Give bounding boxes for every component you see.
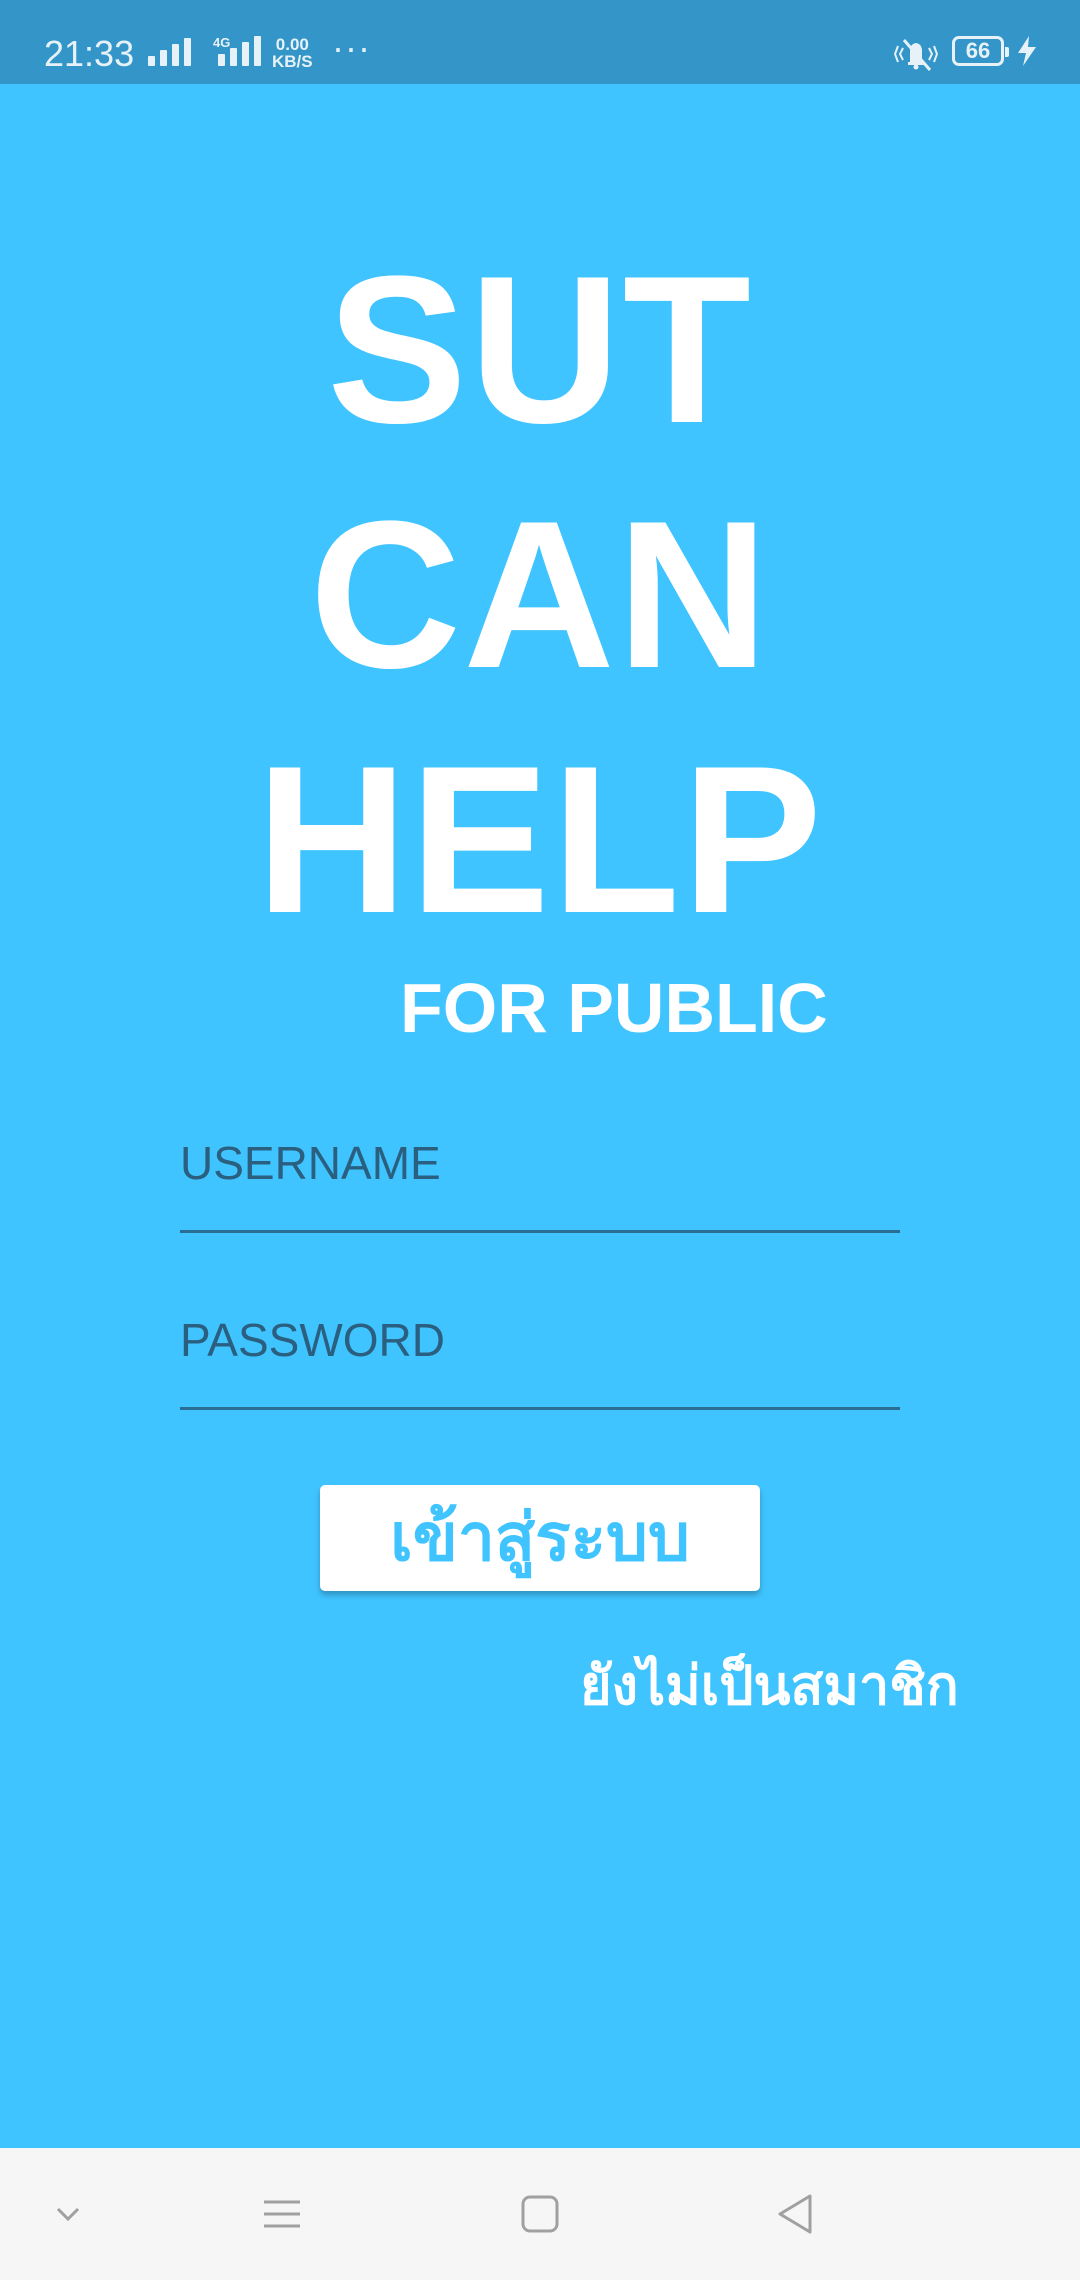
status-time: 21:33 [44, 33, 135, 74]
data-speed-unit: KB/S [272, 52, 313, 71]
home-square-icon[interactable] [510, 2184, 570, 2244]
register-link[interactable]: ยังไม่เป็นสมาชิก [580, 1648, 959, 1724]
status-bar: 21:33 4G 0.00 KB/S ··· 66 [0, 0, 1080, 84]
login-button[interactable]: เข้าสู่ระบบ [320, 1485, 760, 1591]
password-input[interactable] [180, 1313, 900, 1367]
navigation-bar [0, 2148, 1080, 2280]
more-dots-icon: ··· [332, 27, 371, 68]
hero-title-line-1: SUT [327, 232, 753, 467]
signal-4g-icon [218, 36, 261, 66]
collapse-chevron-icon[interactable] [38, 2184, 98, 2244]
charging-bolt-icon [1018, 36, 1036, 66]
data-speed: 0.00 KB/S [272, 36, 313, 70]
hero-subtitle: FOR PUBLIC [400, 969, 828, 1047]
username-input[interactable] [180, 1136, 900, 1190]
vibrate-bell-muted-icon [894, 39, 938, 71]
menu-icon[interactable] [252, 2184, 312, 2244]
back-triangle-icon[interactable] [766, 2184, 826, 2244]
signal-icon [148, 36, 191, 66]
battery-icon: 66 [952, 36, 1009, 66]
username-field [180, 1130, 900, 1233]
password-field [180, 1307, 900, 1410]
hero-title-line-3: HELP [255, 722, 825, 957]
hero-title-line-2: CAN [309, 477, 771, 712]
data-speed-value: 0.00 [275, 35, 309, 54]
